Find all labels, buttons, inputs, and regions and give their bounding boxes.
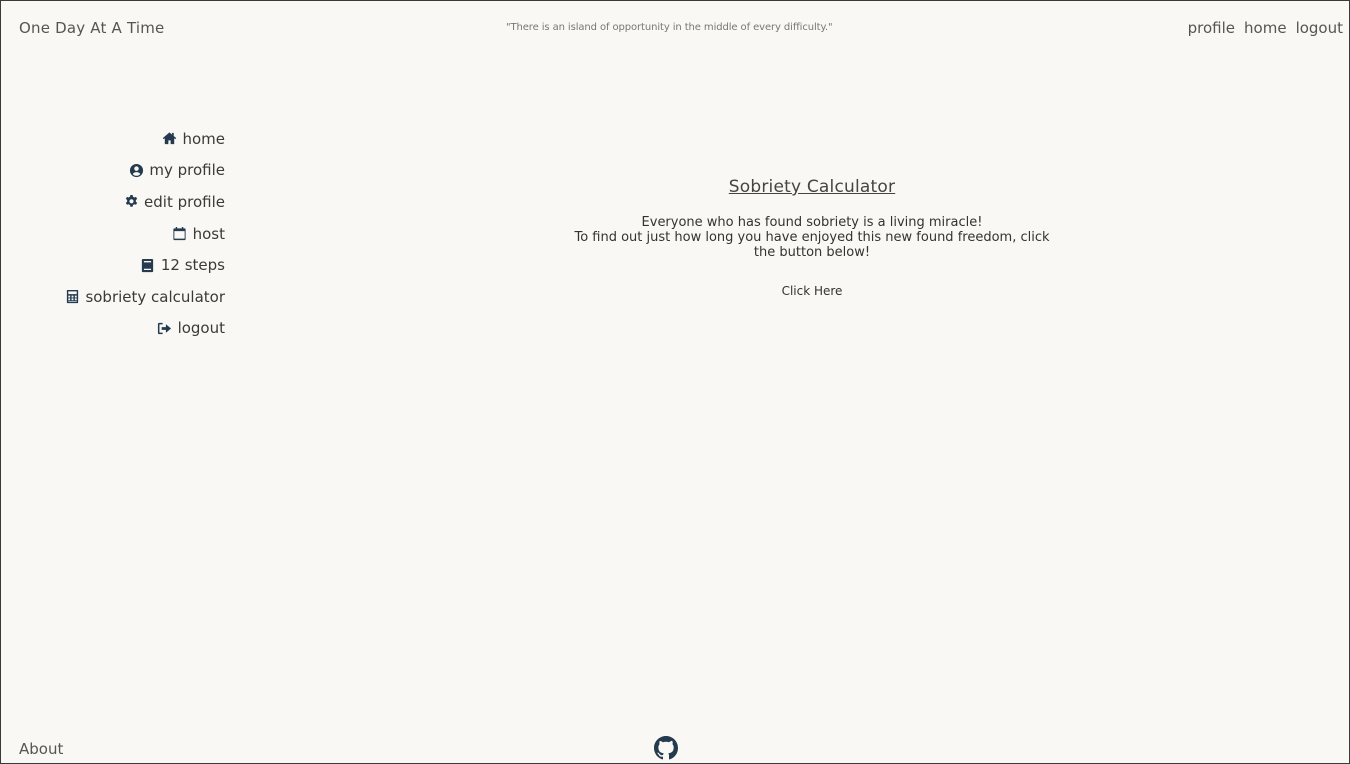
click-here-button[interactable]: Click Here [778,282,847,300]
sidebar-item-label: home [182,129,225,148]
intro-line-1: Everyone who has found sobriety is a liv… [641,215,983,230]
calendar-icon [172,226,188,242]
sidebar-item-home[interactable]: home [161,123,225,155]
sidebar-item-label: host [192,224,225,243]
sidebar-item-12-steps[interactable]: 12 steps [140,249,225,281]
sidebar-item-label: edit profile [144,192,225,211]
intro-line-2: To find out just how long you have enjoy… [574,230,1050,260]
header-quote: "There is an island of opportunity in th… [506,22,833,33]
sidebar-item-label: sobriety calculator [85,287,225,306]
sidebar-item-edit-profile[interactable]: edit profile [123,186,225,218]
top-nav: profile home logout [1188,19,1343,37]
sidebar: home my profile edit profile host 12 ste… [64,123,225,344]
home-icon [161,131,177,147]
sidebar-item-sobriety-calculator[interactable]: sobriety calculator [64,281,225,313]
book-icon [140,257,156,273]
top-nav-profile-link[interactable]: profile [1188,19,1235,37]
top-nav-home-link[interactable]: home [1244,19,1287,37]
intro-text: Everyone who has found sobriety is a liv… [556,215,1068,260]
sidebar-item-host[interactable]: host [172,218,225,250]
sobriety-calculator-panel: Sobriety Calculator Everyone who has fou… [556,177,1068,300]
app-frame: One Day At A Time "There is an island of… [0,0,1350,764]
calculator-icon [64,289,80,305]
page-title: Sobriety Calculator [728,177,896,197]
gear-icon [123,194,139,210]
sidebar-item-my-profile[interactable]: my profile [128,155,225,187]
sidebar-item-logout[interactable]: logout [157,313,225,345]
sidebar-item-label: logout [177,319,225,338]
top-nav-logout-link[interactable]: logout [1296,19,1343,37]
github-icon[interactable] [654,736,678,760]
sidebar-item-label: 12 steps [160,256,225,275]
sign-out-icon [157,320,173,336]
sidebar-item-label: my profile [149,161,225,180]
brand-title[interactable]: One Day At A Time [19,19,164,37]
user-circle-icon [128,162,144,178]
about-link[interactable]: About [19,740,63,758]
